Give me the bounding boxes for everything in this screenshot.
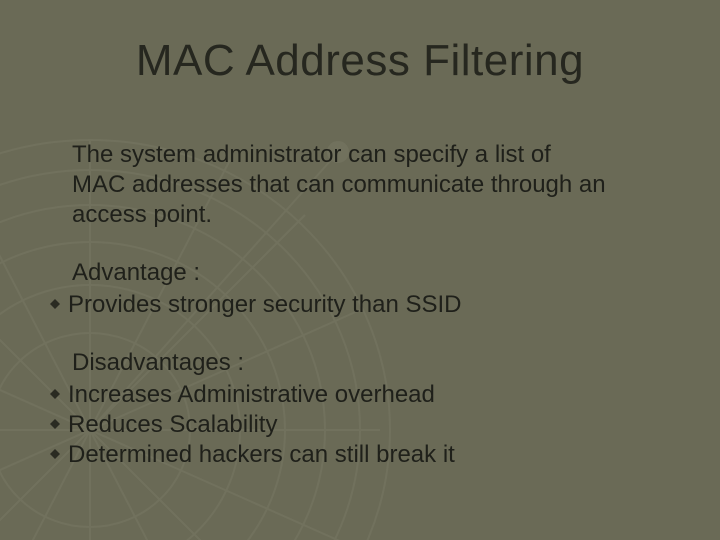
intro-line: The system administrator can specify a l… (72, 140, 680, 170)
disadvantages-section: Disadvantages : Increases Administrative… (72, 348, 680, 470)
disadvantages-heading: Disadvantages : (72, 348, 680, 378)
advantage-section: Advantage : Provides stronger security t… (72, 258, 680, 320)
intro-line: MAC addresses that can communicate throu… (72, 170, 680, 200)
slide-body: The system administrator can specify a l… (72, 140, 680, 498)
bullet-text: Reduces Scalability (68, 410, 680, 440)
diamond-bullet-icon (50, 389, 68, 399)
list-item: Increases Administrative overhead (72, 380, 680, 410)
list-item: Reduces Scalability (72, 410, 680, 440)
intro-paragraph: The system administrator can specify a l… (72, 140, 680, 230)
list-item: Determined hackers can still break it (72, 440, 680, 470)
list-item: Provides stronger security than SSID (72, 290, 680, 320)
advantage-heading: Advantage : (72, 258, 680, 288)
slide: MAC Address Filtering The system adminis… (0, 0, 720, 540)
diamond-bullet-icon (50, 299, 68, 309)
diamond-bullet-icon (50, 449, 68, 459)
slide-title: MAC Address Filtering (0, 36, 720, 86)
bullet-text: Provides stronger security than SSID (68, 290, 680, 320)
bullet-text: Increases Administrative overhead (68, 380, 680, 410)
intro-line: access point. (72, 200, 680, 230)
diamond-bullet-icon (50, 419, 68, 429)
bullet-text: Determined hackers can still break it (68, 440, 680, 470)
